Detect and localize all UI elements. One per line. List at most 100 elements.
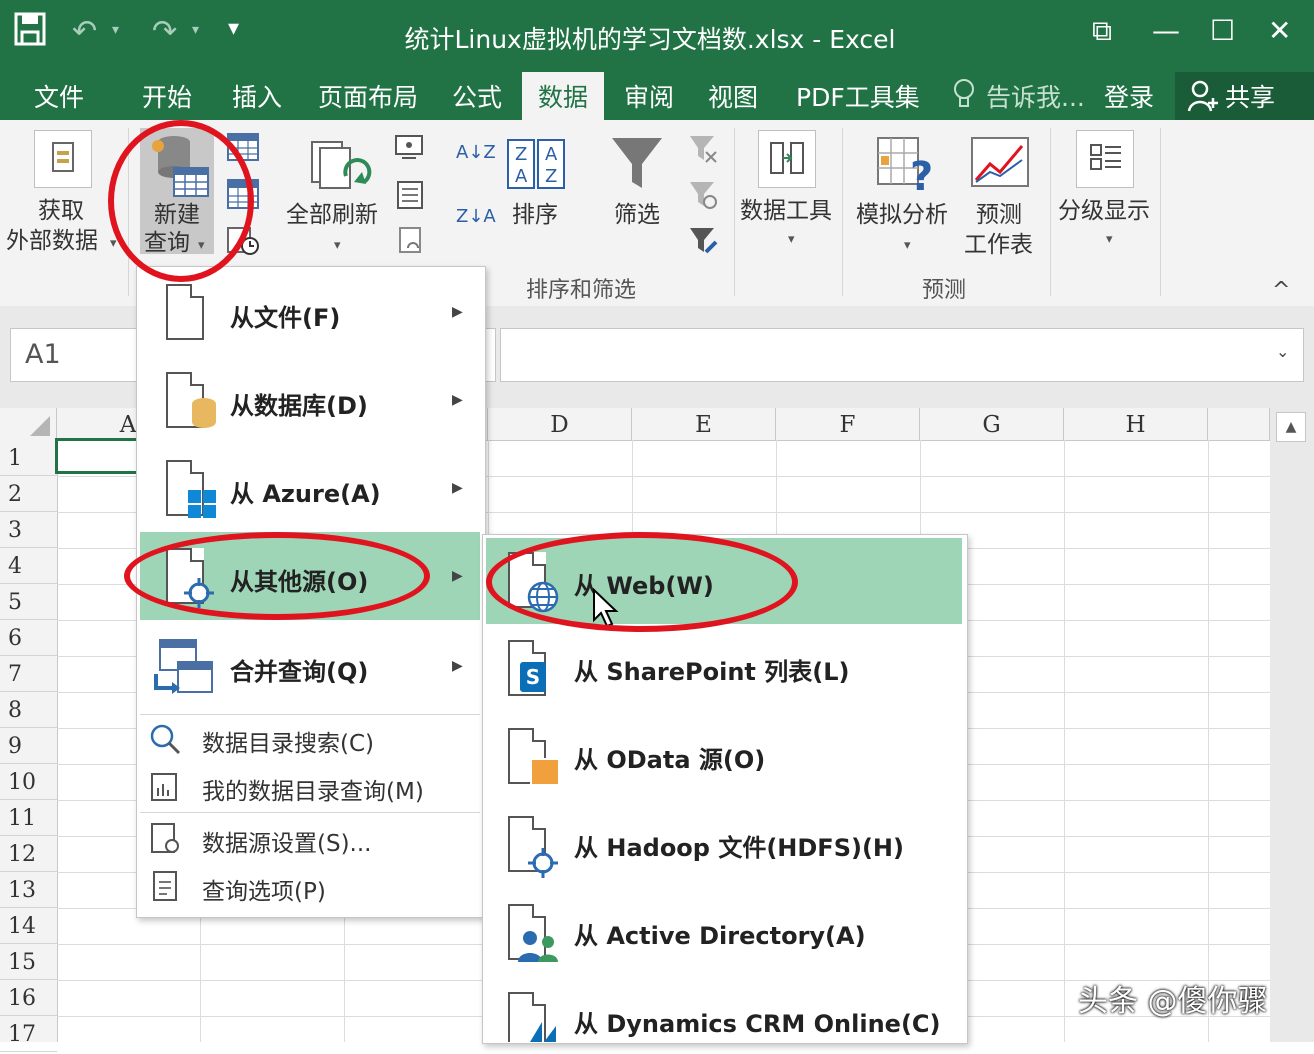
menu-command-query-options[interactable]: 查询选项(P)	[140, 864, 480, 910]
row-header[interactable]: 12	[0, 836, 57, 872]
properties-icon[interactable]	[396, 180, 424, 214]
tab-page-layout[interactable]: 页面布局	[318, 78, 418, 114]
menu-item-from-dynamics-crm[interactable]: 从 Dynamics CRM Online(C)	[486, 978, 962, 1042]
submenu-arrow-icon: ▶	[452, 392, 463, 408]
sort-icon[interactable]: ZAAZ	[506, 138, 566, 194]
chevron-down-icon[interactable]: ▾	[1106, 232, 1113, 247]
row-header[interactable]: 9	[0, 728, 57, 764]
advanced-filter-icon[interactable]	[688, 226, 720, 260]
scroll-up-icon[interactable]: ▲	[1276, 412, 1306, 442]
refresh-all-icon[interactable]	[306, 136, 372, 204]
ribbon-display-options-icon[interactable]: ⧉	[1092, 14, 1112, 48]
row-header[interactable]: 10	[0, 764, 57, 800]
filter-label[interactable]: 筛选	[614, 200, 660, 230]
column-header-i[interactable]	[1208, 408, 1270, 440]
customize-qat-icon[interactable]: ▾	[228, 16, 239, 41]
menu-command-label: 数据目录搜索(C)	[202, 731, 375, 757]
tab-review[interactable]: 审阅	[624, 78, 674, 114]
share-button[interactable]: 共享	[1175, 72, 1314, 120]
connections-icon[interactable]	[394, 134, 424, 166]
menu-command-data-catalog-search[interactable]: 数据目录搜索(C)	[140, 716, 480, 762]
row-header[interactable]: 7	[0, 656, 57, 692]
forecast-sheet-icon[interactable]	[970, 136, 1030, 194]
column-header-e[interactable]: E	[632, 408, 776, 440]
save-icon[interactable]	[14, 12, 46, 54]
menu-command-my-data-catalog[interactable]: 我的数据目录查询(M)	[140, 764, 480, 810]
close-icon[interactable]: ✕	[1268, 14, 1291, 47]
tab-home[interactable]: 开始	[142, 78, 192, 114]
forecast-label2[interactable]: 工作表	[964, 230, 1033, 260]
tab-pdf-tools[interactable]: PDF工具集	[796, 78, 920, 114]
undo-dropdown-icon[interactable]: ▾	[112, 22, 119, 38]
row-header[interactable]: 2	[0, 476, 57, 512]
menu-item-from-azure[interactable]: 从 Azure(A) ▶	[140, 444, 480, 530]
undo-icon[interactable]: ↶	[72, 14, 97, 49]
row-header[interactable]: 6	[0, 620, 57, 656]
row-header[interactable]: 3	[0, 512, 57, 548]
column-header-d[interactable]: D	[488, 408, 632, 440]
annotation-ring-from-web	[486, 532, 798, 632]
menu-item-from-sharepoint[interactable]: S 从 SharePoint 列表(L)	[486, 626, 962, 712]
row-header[interactable]: 4	[0, 548, 57, 584]
sort-label[interactable]: 排序	[512, 200, 558, 230]
row-header[interactable]: 11	[0, 800, 57, 836]
maximize-icon[interactable]: ☐	[1210, 14, 1235, 47]
filter-icon[interactable]	[610, 134, 664, 196]
get-external-data-label1[interactable]: 获取	[38, 196, 84, 226]
row-header[interactable]: 1	[0, 440, 57, 476]
redo-icon[interactable]: ↷	[152, 14, 177, 49]
chevron-down-icon[interactable]: ▾	[788, 232, 795, 247]
formula-input[interactable]	[500, 328, 1304, 382]
column-header-h[interactable]: H	[1064, 408, 1208, 440]
menu-item-from-odata[interactable]: 从 OData 源(O)	[486, 714, 962, 800]
minimize-icon[interactable]: —	[1152, 14, 1180, 47]
data-tools-icon[interactable]	[758, 130, 816, 188]
vertical-scrollbar[interactable]: ▲	[1270, 408, 1314, 1042]
menu-item-combine-queries[interactable]: 合并查询(Q) ▶	[140, 622, 480, 712]
outline-icon[interactable]	[1076, 130, 1134, 188]
tab-data[interactable]: 数据	[522, 72, 605, 120]
tell-me-search[interactable]: 告诉我...	[986, 78, 1085, 114]
edit-links-icon[interactable]	[398, 226, 426, 260]
reapply-filter-icon[interactable]	[688, 180, 718, 214]
tab-view[interactable]: 视图	[708, 78, 758, 114]
sort-az-icon[interactable]: A↓Z	[456, 144, 496, 162]
sign-in-link[interactable]: 登录	[1104, 78, 1154, 114]
menu-item-from-database[interactable]: 从数据库(D) ▶	[140, 356, 480, 442]
tab-file[interactable]: 文件	[34, 78, 84, 114]
what-if-analysis-icon[interactable]: ?	[876, 136, 938, 200]
menu-item-label: 从 Hadoop 文件(HDFS)(H)	[574, 834, 904, 862]
get-external-data-label2[interactable]: 外部数据	[6, 226, 98, 256]
chevron-down-icon[interactable]: ▾	[904, 238, 911, 253]
lightbulb-icon[interactable]	[952, 78, 976, 116]
what-if-analysis-label[interactable]: 模拟分析	[856, 200, 948, 230]
menu-item-from-active-directory[interactable]: 从 Active Directory(A)	[486, 890, 962, 976]
select-all-corner[interactable]	[0, 408, 57, 440]
row-header[interactable]: 14	[0, 908, 57, 944]
clear-filter-icon[interactable]	[688, 134, 718, 168]
chevron-down-icon[interactable]: ▾	[334, 238, 341, 253]
column-header-f[interactable]: F	[776, 408, 920, 440]
menu-command-data-source-settings[interactable]: 数据源设置(S)...	[140, 816, 480, 862]
data-tools-label[interactable]: 数据工具	[740, 196, 832, 226]
menu-command-label: 我的数据目录查询(M)	[202, 779, 424, 805]
tab-insert[interactable]: 插入	[232, 78, 282, 114]
row-header[interactable]: 8	[0, 692, 57, 728]
windows-logo-icon	[186, 488, 218, 524]
tab-formulas[interactable]: 公式	[452, 78, 502, 114]
row-header[interactable]: 15	[0, 944, 57, 980]
outline-label[interactable]: 分级显示	[1058, 196, 1150, 226]
column-header-g[interactable]: G	[920, 408, 1064, 440]
forecast-label1[interactable]: 预测	[976, 200, 1022, 230]
refresh-all-label[interactable]: 全部刷新	[286, 200, 378, 230]
sort-za-icon[interactable]: Z↓A	[456, 208, 496, 226]
row-header[interactable]: 5	[0, 584, 57, 620]
row-header[interactable]: 16	[0, 980, 57, 1016]
row-header[interactable]: 17	[0, 1016, 57, 1052]
get-external-data-icon[interactable]	[34, 130, 92, 188]
menu-item-from-hadoop[interactable]: 从 Hadoop 文件(HDFS)(H)	[486, 802, 962, 888]
redo-dropdown-icon[interactable]: ▾	[192, 22, 199, 38]
collapse-ribbon-icon[interactable]: ^	[1272, 278, 1290, 303]
expand-formula-bar-icon[interactable]: ⌄	[1276, 342, 1289, 361]
row-header[interactable]: 13	[0, 872, 57, 908]
